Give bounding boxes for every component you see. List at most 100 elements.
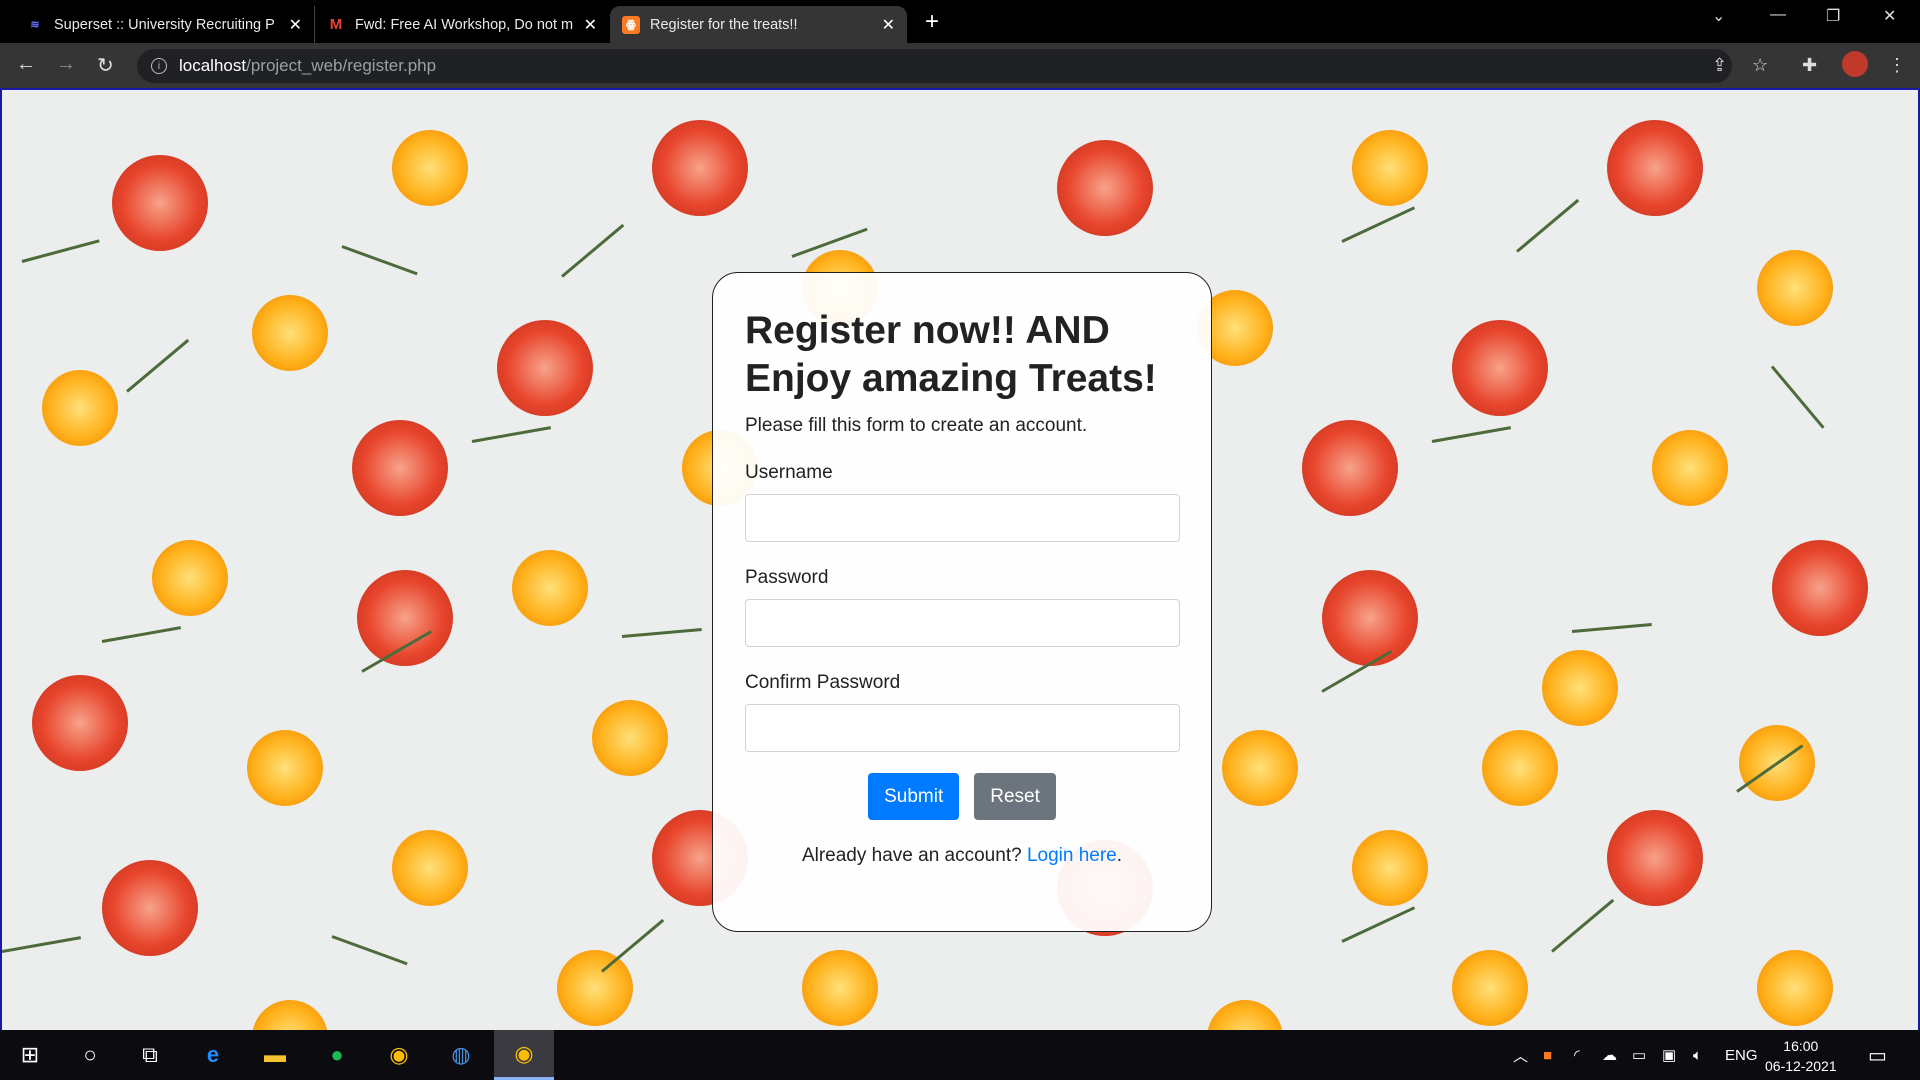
login-prompt-text: Already have an account? [801,845,1022,866]
tab-title: Register for the treats!! [650,16,798,33]
grapefruit-slice [1772,540,1868,636]
username-label: Username [745,462,833,483]
chrome-active-icon[interactable]: ◉ [494,1030,554,1080]
clock[interactable]: 16:00 06-12-2021 [1765,1036,1837,1076]
confirm-password-input[interactable] [745,704,1180,752]
tab-strip: ≋ Superset :: University Recruiting P ✕ … [0,0,1920,43]
herb-sprig [1341,906,1416,943]
grapefruit-slice [1322,570,1418,666]
orange-slice [592,700,668,776]
show-hidden-icons[interactable]: ︿ [1513,1030,1528,1080]
close-window-button[interactable]: ✕ [1883,6,1896,26]
orange-slice [1542,650,1618,726]
grapefruit-slice [352,420,448,516]
grapefruit-slice [652,120,748,216]
tab-search-icon[interactable]: ⌄ [1712,6,1725,26]
grapefruit-slice [357,570,453,666]
herb-sprig [621,628,702,638]
tab-register[interactable]: ꙮ Register for the treats!! ✕ [610,6,907,43]
orange-slice [252,1000,328,1030]
notifications-icon[interactable]: ▭ [1868,1030,1887,1080]
time: 16:00 [1783,1038,1819,1054]
herb-sprig [1431,426,1512,443]
login-suffix: . [1116,845,1123,866]
herb-sprig [601,918,665,973]
volume-icon[interactable]: 🔈︎ [1693,1030,1702,1080]
reset-button[interactable]: Reset [974,773,1056,820]
task-view-icon[interactable]: ⧉ [120,1030,180,1080]
username-input[interactable] [745,494,1180,542]
new-tab-button[interactable]: + [925,8,939,36]
spotify-icon[interactable]: ● [307,1030,367,1080]
superset-icon: ≋ [30,19,40,31]
minimize-button[interactable]: — [1770,6,1786,24]
gmail-icon: M [329,16,343,33]
orange-slice [252,295,328,371]
close-tab-icon[interactable]: ✕ [289,15,302,35]
submit-button[interactable]: Submit [868,773,960,820]
orange-slice [1652,430,1728,506]
orange-slice [557,950,633,1026]
app-icon[interactable]: ◍ [431,1030,491,1080]
security-icon[interactable]: ▣ [1662,1030,1676,1080]
login-link[interactable]: Login here [1027,845,1117,866]
page-title: Register now!! AND Enjoy amazing Treats! [745,309,1157,400]
forward-icon[interactable]: → [56,53,76,76]
orange-slice [1352,130,1428,206]
restore-button[interactable]: ❐ [1826,6,1840,26]
herb-sprig [561,223,625,278]
share-icon[interactable]: ⇪ [1712,55,1727,76]
battery-icon[interactable]: ▭ [1632,1030,1646,1080]
close-tab-icon[interactable]: ✕ [882,15,895,35]
extensions-icon[interactable]: ✚ [1802,55,1817,76]
wifi-icon[interactable]: ◜ [1574,1030,1580,1080]
orange-slice [1352,830,1428,906]
orange-slice [1482,730,1558,806]
password-input[interactable] [745,599,1180,647]
start-button[interactable]: ⊞ [0,1030,60,1080]
herb-sprig [2,936,82,953]
confirm-password-label: Confirm Password [745,672,901,693]
close-tab-icon[interactable]: ✕ [584,15,597,35]
orange-slice [152,540,228,616]
orange-slice [1207,1000,1283,1030]
herb-sprig [471,426,552,443]
herb-sprig [1551,898,1615,953]
onedrive-icon[interactable]: ☁ [1602,1030,1617,1080]
chrome-icon[interactable]: ◉ [369,1030,429,1080]
tab-gmail[interactable]: M Fwd: Free AI Workshop, Do not m ✕ [314,6,609,43]
herb-sprig [331,935,408,966]
orange-slice [1757,250,1833,326]
xampp-tray-icon[interactable]: ■ [1543,1030,1552,1080]
herb-sprig [21,239,100,263]
tab-title: Superset :: University Recruiting P [54,16,275,33]
orange-slice [392,130,468,206]
menu-icon[interactable]: ⋮ [1888,55,1906,76]
herb-sprig [1770,365,1825,429]
file-explorer-icon[interactable]: ▬ [245,1030,305,1080]
bookmark-star-icon[interactable]: ☆ [1752,55,1768,76]
language-indicator[interactable]: ENG [1725,1030,1758,1080]
edge-icon[interactable]: e [183,1030,243,1080]
grapefruit-slice [112,155,208,251]
grapefruit-slice [1057,140,1153,236]
password-label: Password [745,567,829,588]
search-icon[interactable]: ○ [60,1030,120,1080]
tab-superset[interactable]: ≋ Superset :: University Recruiting P ✕ [14,6,314,43]
url-path: /project_web/register.php [246,56,437,75]
page-background: Register now!! AND Enjoy amazing Treats!… [0,90,1920,1030]
grapefruit-slice [1452,320,1548,416]
date: 06-12-2021 [1765,1058,1837,1074]
grapefruit-slice [102,860,198,956]
address-bar[interactable]: i localhost/project_web/register.php [137,49,1732,83]
profile-avatar[interactable] [1842,51,1868,77]
orange-slice [247,730,323,806]
site-info-icon[interactable]: i [151,58,167,74]
grapefruit-slice [1607,120,1703,216]
herb-sprig [126,338,190,393]
back-icon[interactable]: ← [16,53,36,76]
reload-icon[interactable]: ↻ [97,53,114,78]
herb-sprig [341,245,418,276]
grapefruit-slice [497,320,593,416]
register-card: Register now!! AND Enjoy amazing Treats!… [712,272,1212,932]
